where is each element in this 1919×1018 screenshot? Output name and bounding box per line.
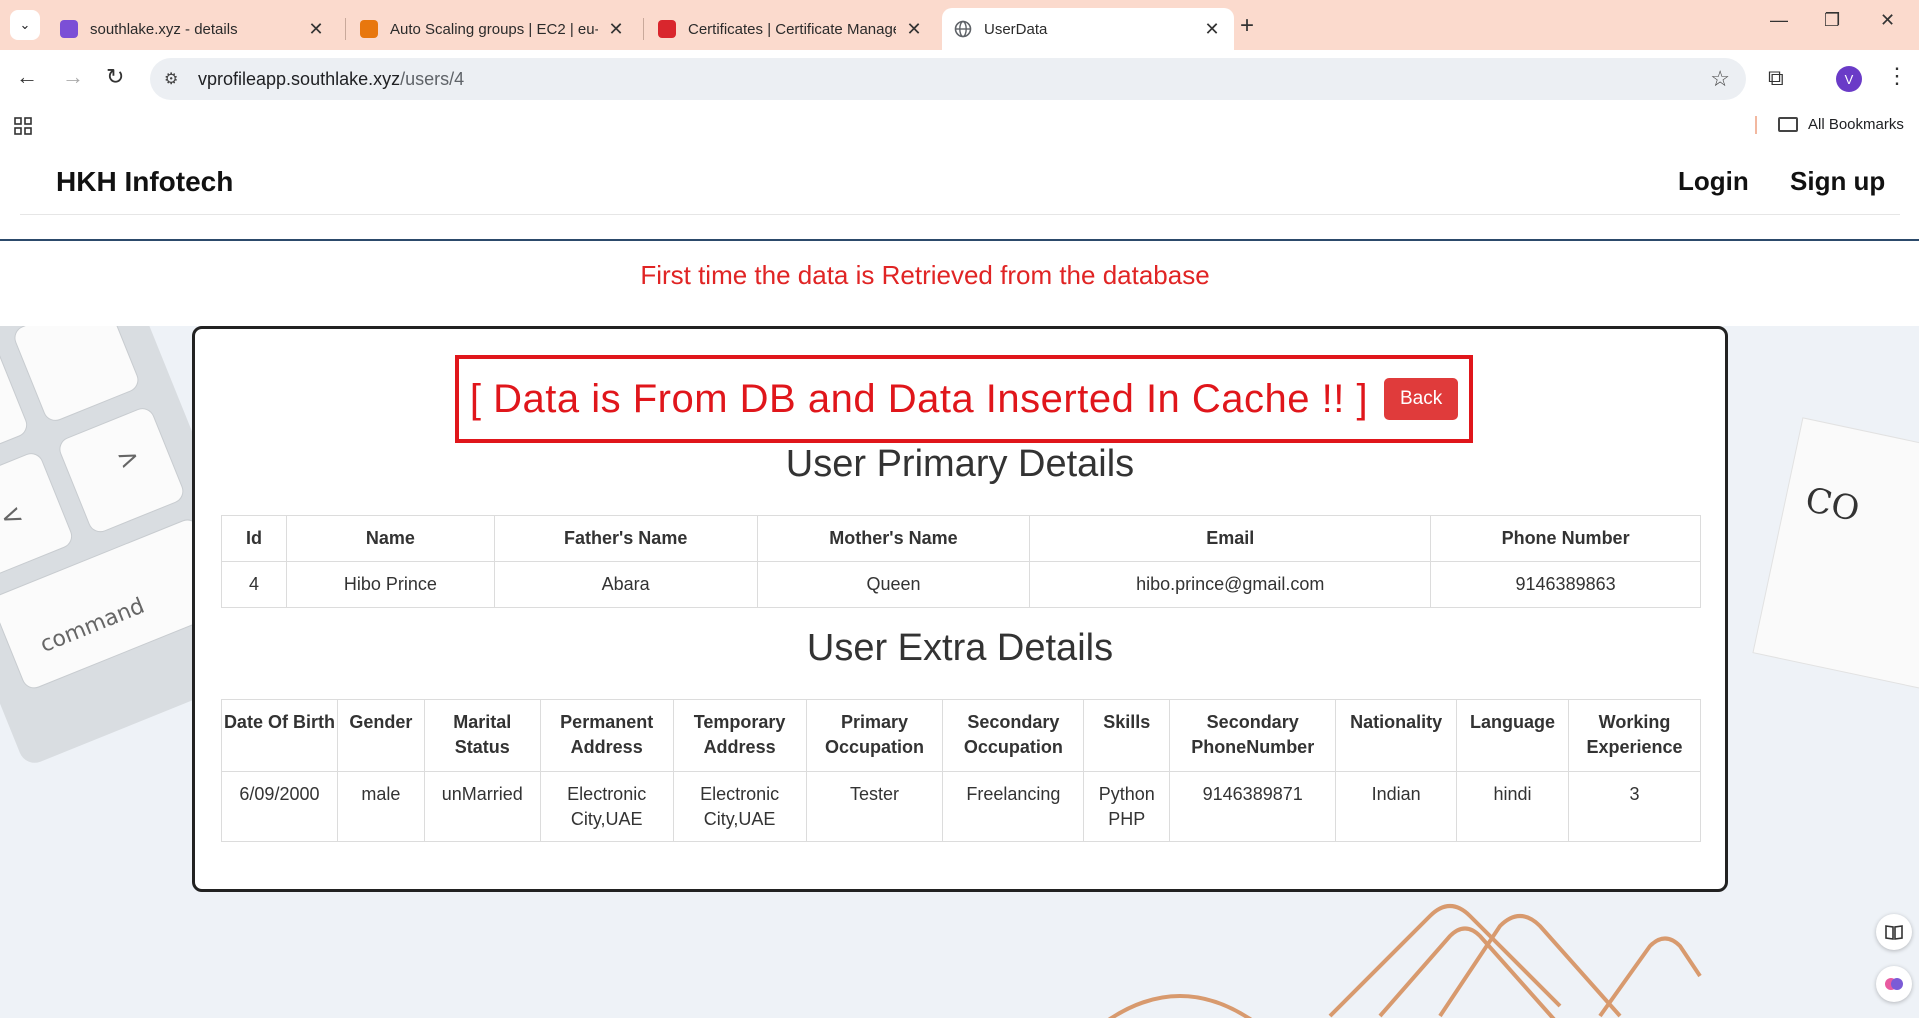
minimize-icon[interactable]: — (1770, 10, 1788, 31)
column-header: Id (221, 515, 287, 562)
brand-logo-text[interactable]: HKH Infotech (56, 166, 233, 198)
tab-strip: ⌄ southlake.xyz - details ✕ Auto Scaling… (0, 0, 1919, 50)
secondary-occupation-cell: Freelancing (942, 771, 1085, 842)
tab-divider (643, 18, 644, 40)
table-header-row: Id Name Father's Name Mother's Name Emai… (221, 515, 1701, 562)
column-header: Marital Status (423, 699, 541, 772)
kebab-menu-icon[interactable]: ⋮ (1886, 63, 1908, 89)
bookmark-star-icon[interactable]: ☆ (1710, 66, 1730, 92)
temporary-address-cell: Electronic City,UAE (672, 771, 807, 842)
bookmarks-bar: All Bookmarks (0, 108, 1919, 142)
tab-userdata[interactable]: UserData ✕ (942, 8, 1234, 50)
brain-assistant-icon[interactable] (1876, 966, 1912, 1002)
new-tab-plus-icon[interactable]: + (1240, 12, 1254, 40)
site-header: HKH Infotech Login Sign up (0, 142, 1919, 241)
signup-link[interactable]: Sign up (1790, 166, 1885, 197)
column-header: Permanent Address (539, 699, 674, 772)
user-name-cell: Hibo Prince (285, 561, 495, 608)
secondary-phone-cell: 9146389871 (1169, 771, 1337, 842)
header-divider (20, 214, 1900, 215)
column-header: Secondary PhoneNumber (1169, 699, 1337, 772)
globe-icon (954, 20, 972, 38)
primary-details-table: Id Name Father's Name Mother's Name Emai… (221, 515, 1701, 608)
ec2-favicon-icon (360, 20, 378, 38)
working-experience-cell: 3 (1567, 771, 1702, 842)
column-header: Phone Number (1430, 515, 1701, 562)
page-content: HKH Infotech Login Sign up First time th… (0, 142, 1919, 1018)
site-info-icon[interactable]: ⚙ (164, 69, 186, 89)
column-header: Mother's Name (756, 515, 1031, 562)
route53-favicon-icon (60, 20, 78, 38)
column-header: Secondary Occupation (942, 699, 1085, 772)
column-header: Email (1029, 515, 1432, 562)
phone-cell: 9146389863 (1430, 561, 1701, 608)
browser-toolbar: ← → ↻ ⚙ vprofileapp.southlake.xyz/users/… (0, 50, 1919, 108)
nationality-cell: Indian (1335, 771, 1458, 842)
gender-cell: male (336, 771, 425, 842)
chevron-down-icon: ⌄ (19, 17, 31, 32)
marital-status-cell: unMarried (423, 771, 541, 842)
user-details-card: [ Data is From DB and Data Inserted In C… (192, 326, 1728, 892)
column-header: Temporary Address (672, 699, 807, 772)
acm-favicon-icon (658, 20, 676, 38)
address-bar[interactable]: ⚙ vprofileapp.southlake.xyz/users/4 ☆ (150, 58, 1746, 100)
column-header: Language (1456, 699, 1569, 772)
profile-avatar[interactable]: V (1836, 66, 1862, 92)
reload-icon[interactable]: ↻ (106, 64, 124, 90)
extensions-puzzle-icon[interactable]: ⧉ (1768, 65, 1784, 91)
column-header: Father's Name (493, 515, 758, 562)
tab-divider (345, 18, 346, 40)
bookmarks-divider (1755, 116, 1757, 134)
tab-search-button[interactable]: ⌄ (10, 10, 40, 40)
column-header: Name (285, 515, 495, 562)
extra-details-title: User Extra Details (806, 627, 1114, 669)
primary-details-title: User Primary Details (785, 443, 1135, 485)
user-id-cell: 4 (221, 561, 287, 608)
column-header: Date Of Birth (221, 699, 338, 772)
column-header: Working Experience (1567, 699, 1702, 772)
permanent-address-cell: Electronic City,UAE (539, 771, 674, 842)
table-header-row: Date Of Birth Gender Marital Status Perm… (221, 699, 1702, 772)
table-row: 4 Hibo Prince Abara Queen hibo.prince@gm… (221, 561, 1701, 608)
forward-arrow-icon[interactable]: → (62, 64, 84, 90)
table-row: 6/09/2000 male unMarried Electronic City… (221, 771, 1702, 842)
reading-mode-book-icon[interactable] (1876, 914, 1912, 950)
column-header: Skills (1083, 699, 1171, 772)
url-text[interactable]: vprofileapp.southlake.xyz/users/4 (198, 69, 464, 90)
back-button[interactable]: Back (1384, 378, 1459, 420)
all-bookmarks-button[interactable]: All Bookmarks (1778, 116, 1904, 133)
back-arrow-icon[interactable]: ← (16, 64, 38, 90)
column-header: Gender (336, 699, 425, 772)
folder-icon (1778, 117, 1798, 132)
primary-occupation-cell: Tester (805, 771, 944, 842)
close-icon[interactable]: ✕ (606, 19, 626, 40)
close-icon[interactable]: ✕ (904, 19, 924, 40)
column-header: Primary Occupation (805, 699, 944, 772)
close-icon[interactable]: ✕ (1202, 19, 1222, 40)
tab-auto-scaling-groups[interactable]: Auto Scaling groups | EC2 | eu- ✕ (348, 8, 638, 50)
column-header: Nationality (1335, 699, 1458, 772)
retrieval-notice: First time the data is Retrieved from th… (640, 260, 1210, 290)
father-name-cell: Abara (493, 561, 758, 608)
header-bottom-border (0, 239, 1919, 241)
skills-cell: Python PHP (1083, 771, 1171, 842)
cache-status-banner: [ Data is From DB and Data Inserted In C… (455, 355, 1473, 443)
cache-status-text: [ Data is From DB and Data Inserted In C… (469, 376, 1369, 421)
mother-name-cell: Queen (756, 561, 1031, 608)
tab-southlake-details[interactable]: southlake.xyz - details ✕ (48, 8, 338, 50)
login-link[interactable]: Login (1678, 166, 1749, 197)
tab-certificates[interactable]: Certificates | Certificate Manage ✕ (646, 8, 936, 50)
restore-icon[interactable]: ❐ (1824, 10, 1840, 31)
extra-details-table: Date Of Birth Gender Marital Status Perm… (221, 699, 1702, 842)
window-close-icon[interactable]: ✕ (1880, 10, 1895, 31)
dob-cell: 6/09/2000 (221, 771, 338, 842)
apps-grid-icon[interactable] (14, 117, 32, 140)
close-icon[interactable]: ✕ (306, 19, 326, 40)
language-cell: hindi (1456, 771, 1569, 842)
email-cell: hibo.prince@gmail.com (1029, 561, 1432, 608)
